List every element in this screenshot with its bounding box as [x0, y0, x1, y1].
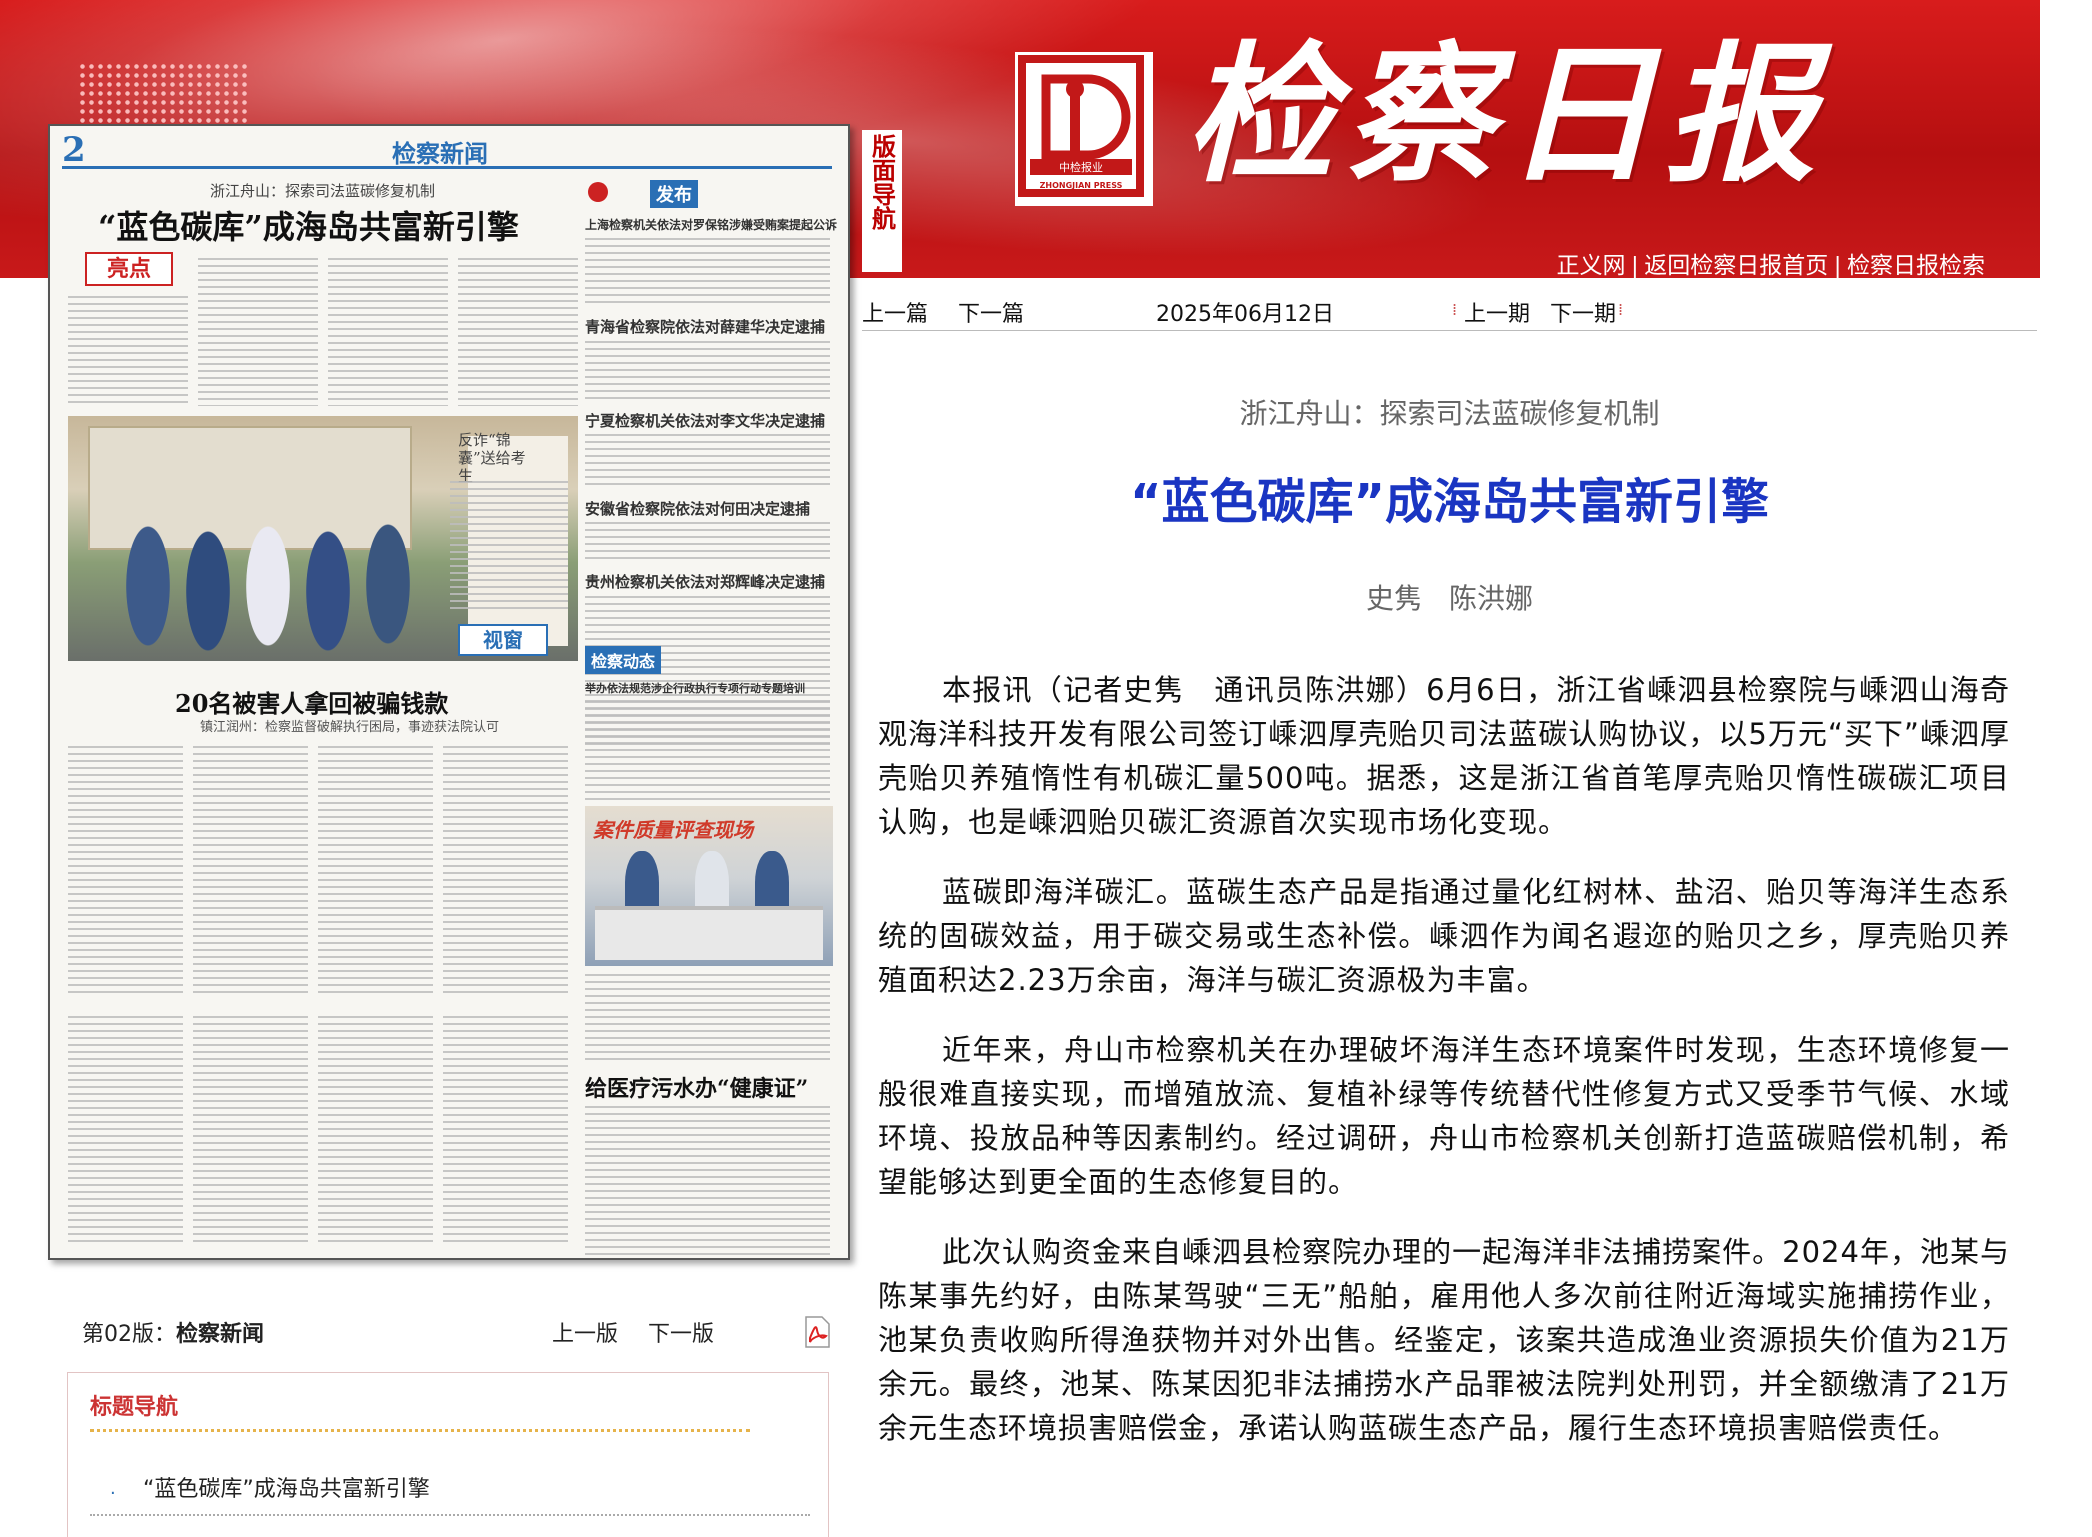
article-subtitle: 浙江舟山：探索司法蓝碳修复机制 — [1239, 397, 1660, 430]
thumb-text-block — [318, 746, 433, 996]
thumb-photo2-desk — [595, 906, 823, 960]
thumb-emblem-icon — [588, 182, 608, 202]
thumb-text-block — [450, 481, 568, 611]
thumb-dongtai-headline: 举办依法规范涉企行政执行专项行动专题培训 — [585, 682, 805, 695]
thumb-text-block — [585, 974, 830, 1064]
divider — [90, 1429, 750, 1432]
thumb-main-headline: “蓝色碳库”成海岛共富新引擎 — [98, 208, 519, 246]
thumb-text-block — [458, 258, 578, 406]
svg-text:中检报业: 中检报业 — [1059, 160, 1103, 174]
thumb-section: 检察新闻 — [392, 139, 488, 168]
thumb-right-headline: 贵州检察机关依法对郑辉峰决定逮捕 — [585, 573, 826, 591]
next-page-link[interactable]: 下一版 — [648, 1316, 714, 1348]
page-navigation-text: 版面导航 — [867, 134, 897, 230]
thumb-fabu-tag: 发布 — [650, 180, 698, 208]
bracket-icon: ⁞ — [1618, 300, 1624, 319]
thumb-header: 2 检察新闻 — [62, 130, 832, 170]
thumb-headline-2-sub: 镇江润州：检察监督破解执行困局，事迹获法院认可 — [200, 720, 500, 735]
article-paragraph: 近年来，舟山市检察机关在办理破坏海洋生态环境案件时发现，生态环境修复一般很难直接… — [878, 1033, 2010, 1199]
thumb-text-block — [585, 1106, 830, 1256]
logo-emblem-icon: 中检报业 ZHONGJIAN PRESS — [1018, 55, 1144, 197]
title-navigation-label: 标题导航 — [90, 1395, 179, 1420]
thumb-shichuang-tag: 视窗 — [458, 624, 548, 656]
thumb-photo-review: 案件质量评查现场 — [585, 806, 833, 966]
newspaper-masthead-title: 检察日报 — [1185, 27, 1826, 203]
page-info: 第02版：检察新闻 — [82, 1316, 264, 1348]
thumb-text-block — [68, 746, 183, 996]
next-article-link[interactable]: 下一篇 — [958, 296, 1024, 328]
thumb-headline-2: 20名被害人拿回被骗钱款 — [175, 689, 449, 718]
page-info-section: 检察新闻 — [176, 1322, 265, 1347]
thumb-text-block — [193, 1016, 308, 1246]
link-separator: | — [1631, 252, 1638, 278]
article-navigation-bar: 上一篇 下一篇 2025年06月12日 ⁞ 上一期 下一期 ⁞ — [862, 280, 2037, 331]
bracket-icon: ⁞ — [1452, 300, 1458, 319]
article-title: “蓝色碳库”成海岛共富新引擎 — [1129, 474, 1770, 530]
thumb-text-block — [585, 238, 830, 308]
article-paragraph: 此次认购资金来自嵊泗县检察院办理的一起海洋非法捕捞案件。2024年，池某与陈某事… — [878, 1235, 2010, 1445]
article-authors: 史隽 陈洪娜 — [1366, 582, 1533, 615]
article-body: 本报讯（记者史隽 通讯员陈洪娜）6月6日，浙江省嵊泗县检察院与嵊泗山海奇观海洋科… — [878, 668, 2010, 1476]
pdf-download-icon[interactable] — [802, 1316, 832, 1348]
thumb-page-number: 2 — [62, 130, 86, 170]
svg-text:ZHONGJIAN PRESS: ZHONGJIAN PRESS — [1040, 181, 1123, 190]
article-paragraph: 本报讯（记者史隽 通讯员陈洪娜）6月6日，浙江省嵊泗县检察院与嵊泗山海奇观海洋科… — [878, 673, 2010, 839]
link-separator: | — [1834, 252, 1841, 278]
next-issue-link[interactable]: 下一期 — [1550, 296, 1616, 328]
thumb-right-headline: 上海检察机关依法对罗保铭涉嫌受贿案提起公诉 — [585, 218, 838, 232]
prev-page-link[interactable]: 上一版 — [552, 1316, 618, 1348]
prev-article-link[interactable]: 上一篇 — [862, 296, 928, 328]
thumb-subheadline: 浙江舟山：探索司法蓝碳修复机制 — [210, 182, 436, 200]
thumb-text-block — [443, 1016, 568, 1246]
thumb-right-headline: 安徽省检察院依法对何田决定逮捕 — [585, 500, 811, 518]
page-info-label: 第02版： — [82, 1322, 176, 1347]
page-navigation-label[interactable]: 版面导航 — [862, 130, 902, 272]
thumb-photo-caption: 反诈“锦囊”送给考生 — [458, 431, 526, 485]
thumb-text-block — [68, 296, 188, 406]
divider — [90, 1514, 810, 1516]
prev-issue-link[interactable]: 上一期 — [1464, 296, 1530, 328]
link-search[interactable]: 检察日报检索 — [1847, 252, 1985, 278]
thumb-text-block — [585, 522, 830, 562]
thumb-right-column: 发布 上海检察机关依法对罗保铭涉嫌受贿案提起公诉 青海省检察院依法对薛建华决定逮… — [580, 166, 838, 1256]
thumb-text-block — [585, 434, 830, 489]
left-margin — [0, 278, 48, 1536]
title-nav-item[interactable]: “蓝色碳库”成海岛共富新引擎 — [143, 1471, 430, 1503]
newspaper-page-thumbnail[interactable]: 2 检察新闻 浙江舟山：探索司法蓝碳修复机制 “蓝色碳库”成海岛共富新引擎 亮点… — [48, 124, 850, 1260]
thumb-right-headline: 宁夏检察机关依法对李文华决定逮捕 — [585, 412, 826, 430]
thumb-text-block — [318, 1016, 433, 1246]
thumb-text-block — [585, 700, 830, 800]
top-links: 正义网 | 返回检察日报首页 | 检察日报检索 — [1556, 246, 1985, 278]
thumb-dongtai-tag: 检察动态 — [585, 646, 662, 674]
thumb-headline-3: 给医疗污水办“健康证” — [585, 1076, 809, 1102]
thumb-text-block — [585, 341, 830, 401]
bullet-icon: · — [110, 1483, 116, 1504]
thumb-text-block — [193, 746, 308, 996]
thumb-text-block — [328, 258, 448, 406]
article-paragraph: 蓝碳即海洋碳汇。蓝碳生态产品是指通过量化红树林、盐沼、贻贝等海洋生态系统的固碳效… — [878, 875, 2010, 997]
link-zhengyiwang[interactable]: 正义网 — [1556, 252, 1625, 278]
thumb-liangdian-tag: 亮点 — [85, 252, 173, 286]
thumb-photo-people — [118, 506, 448, 656]
thumb-photo2-title: 案件质量评查现场 — [593, 818, 753, 842]
title-navigation-panel: 标题导航 · “蓝色碳库”成海岛共富新引擎 — [67, 1372, 829, 1537]
thumb-text-block — [198, 258, 318, 406]
issue-date: 2025年06月12日 — [1156, 302, 1334, 327]
link-home[interactable]: 返回检察日报首页 — [1644, 252, 1828, 278]
thumb-text-block — [68, 1016, 183, 1246]
thumb-text-block — [443, 746, 568, 996]
thumb-right-headline: 青海省检察院依法对薛建华决定逮捕 — [585, 318, 826, 336]
newspaper-logo: 中检报业 ZHONGJIAN PRESS — [1015, 52, 1153, 206]
banner-dot-pattern — [78, 62, 248, 124]
